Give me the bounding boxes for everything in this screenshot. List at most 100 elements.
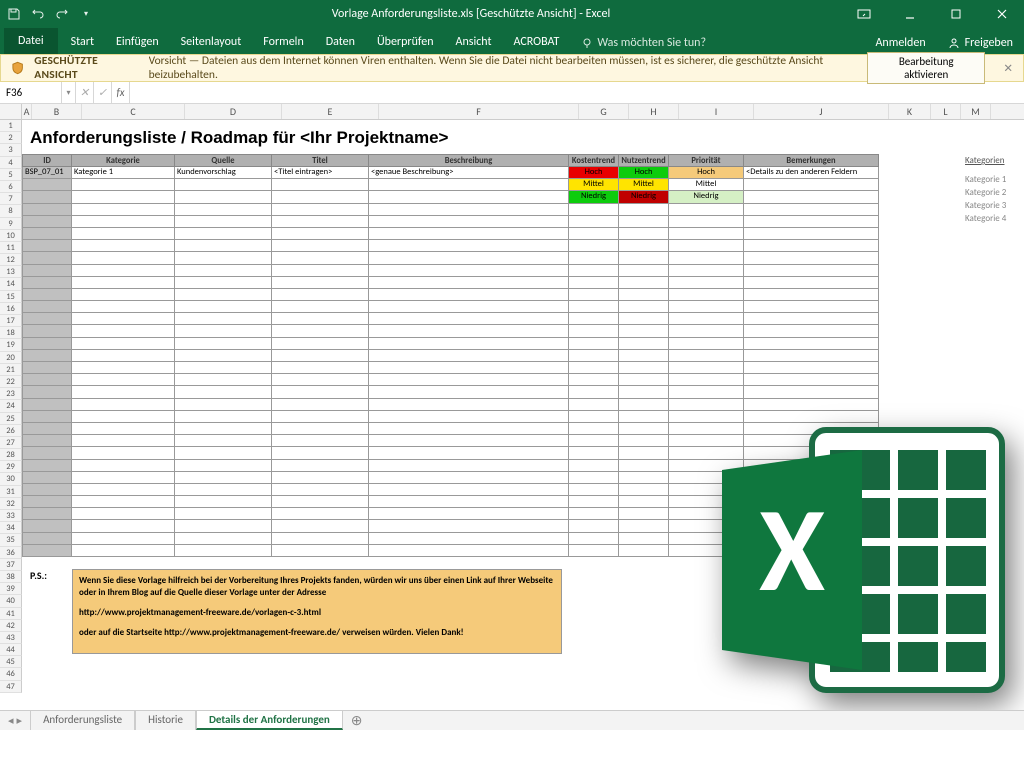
table-cell[interactable] bbox=[369, 362, 569, 374]
table-cell[interactable] bbox=[175, 460, 272, 472]
table-cell[interactable] bbox=[72, 216, 175, 228]
sheet-tab[interactable]: Details der Anforderungen bbox=[196, 710, 343, 730]
table-cell[interactable] bbox=[569, 460, 619, 472]
row-header[interactable]: 12 bbox=[0, 254, 22, 266]
table-cell[interactable] bbox=[569, 228, 619, 240]
table-cell[interactable] bbox=[175, 265, 272, 277]
row-header[interactable]: 22 bbox=[0, 376, 22, 388]
table-cell[interactable] bbox=[175, 277, 272, 289]
messagebar-close-icon[interactable]: ✕ bbox=[1003, 61, 1013, 76]
table-cell[interactable] bbox=[669, 277, 744, 289]
table-cell[interactable] bbox=[619, 447, 669, 459]
table-cell[interactable] bbox=[72, 411, 175, 423]
ribbon-options-icon[interactable] bbox=[842, 0, 886, 28]
table-cell[interactable] bbox=[72, 545, 175, 557]
table-cell[interactable] bbox=[72, 460, 175, 472]
row-header[interactable]: 13 bbox=[0, 266, 22, 278]
table-cell[interactable] bbox=[744, 179, 879, 191]
row-header[interactable]: 36 bbox=[0, 547, 22, 559]
ribbon-tab-ansicht[interactable]: Ansicht bbox=[445, 31, 503, 54]
table-cell[interactable] bbox=[272, 179, 369, 191]
table-cell[interactable] bbox=[369, 496, 569, 508]
table-cell[interactable] bbox=[569, 350, 619, 362]
row-header[interactable]: 45 bbox=[0, 656, 22, 668]
table-cell[interactable] bbox=[369, 179, 569, 191]
table-cell[interactable] bbox=[272, 216, 369, 228]
row-header[interactable]: 24 bbox=[0, 400, 22, 412]
table-cell[interactable] bbox=[72, 325, 175, 337]
share-button[interactable]: Freigeben bbox=[937, 32, 1024, 54]
table-cell[interactable] bbox=[175, 472, 272, 484]
row-header[interactable]: 29 bbox=[0, 461, 22, 473]
table-cell[interactable] bbox=[619, 545, 669, 557]
table-cell[interactable] bbox=[22, 325, 72, 337]
table-row[interactable]: MittelMittelMittel bbox=[22, 179, 879, 191]
col-header-C[interactable]: C bbox=[82, 104, 185, 119]
table-cell[interactable] bbox=[72, 265, 175, 277]
row-header[interactable]: 18 bbox=[0, 327, 22, 339]
table-cell[interactable] bbox=[619, 508, 669, 520]
table-cell[interactable] bbox=[369, 277, 569, 289]
table-row[interactable] bbox=[22, 204, 879, 216]
table-cell[interactable] bbox=[669, 289, 744, 301]
table-cell[interactable] bbox=[272, 374, 369, 386]
table-cell[interactable] bbox=[72, 533, 175, 545]
table-cell[interactable] bbox=[72, 472, 175, 484]
table-cell[interactable] bbox=[369, 313, 569, 325]
table-cell[interactable] bbox=[369, 325, 569, 337]
table-cell[interactable] bbox=[22, 447, 72, 459]
table-cell[interactable] bbox=[569, 386, 619, 398]
maximize-button[interactable] bbox=[934, 0, 978, 28]
table-cell[interactable] bbox=[72, 508, 175, 520]
table-cell[interactable] bbox=[175, 545, 272, 557]
row-header[interactable]: 2 bbox=[0, 132, 22, 144]
sheet-tab[interactable]: Historie bbox=[135, 710, 196, 730]
table-cell[interactable] bbox=[744, 362, 879, 374]
row-header[interactable]: 21 bbox=[0, 364, 22, 376]
table-cell[interactable] bbox=[369, 399, 569, 411]
table-cell[interactable] bbox=[744, 265, 879, 277]
row-header[interactable]: 44 bbox=[0, 644, 22, 656]
table-cell[interactable] bbox=[175, 374, 272, 386]
table-cell[interactable] bbox=[272, 520, 369, 532]
row-header[interactable]: 46 bbox=[0, 668, 22, 680]
table-cell[interactable] bbox=[619, 484, 669, 496]
table-cell[interactable] bbox=[744, 313, 879, 325]
table-cell[interactable] bbox=[369, 533, 569, 545]
table-cell[interactable] bbox=[72, 496, 175, 508]
table-cell[interactable] bbox=[22, 204, 72, 216]
table-cell[interactable]: Mittel bbox=[619, 179, 669, 191]
table-cell[interactable] bbox=[369, 460, 569, 472]
table-cell[interactable] bbox=[369, 265, 569, 277]
ribbon-tab-daten[interactable]: Daten bbox=[315, 31, 366, 54]
table-cell[interactable] bbox=[744, 240, 879, 252]
table-cell[interactable] bbox=[569, 533, 619, 545]
table-row[interactable] bbox=[22, 265, 879, 277]
table-cell[interactable] bbox=[669, 313, 744, 325]
table-cell[interactable] bbox=[175, 447, 272, 459]
table-cell[interactable] bbox=[175, 435, 272, 447]
table-cell[interactable] bbox=[72, 435, 175, 447]
row-header[interactable]: 11 bbox=[0, 242, 22, 254]
table-cell[interactable] bbox=[569, 277, 619, 289]
table-cell[interactable] bbox=[272, 545, 369, 557]
ribbon-tab-acrobat[interactable]: ACROBAT bbox=[503, 31, 571, 54]
table-row[interactable]: BSP_07_01Kategorie 1Kundenvorschlag<Tite… bbox=[22, 167, 879, 179]
table-cell[interactable] bbox=[22, 362, 72, 374]
table-cell[interactable] bbox=[272, 484, 369, 496]
row-header[interactable]: 20 bbox=[0, 352, 22, 364]
table-row[interactable] bbox=[22, 362, 879, 374]
select-all-corner[interactable] bbox=[0, 104, 22, 119]
table-cell[interactable] bbox=[669, 325, 744, 337]
table-cell[interactable] bbox=[272, 508, 369, 520]
table-cell[interactable] bbox=[175, 423, 272, 435]
table-cell[interactable] bbox=[569, 374, 619, 386]
table-cell[interactable] bbox=[669, 252, 744, 264]
table-cell[interactable] bbox=[619, 338, 669, 350]
table-cell[interactable] bbox=[569, 411, 619, 423]
table-cell[interactable] bbox=[744, 191, 879, 203]
table-cell[interactable] bbox=[175, 350, 272, 362]
table-row[interactable] bbox=[22, 313, 879, 325]
table-cell[interactable] bbox=[569, 338, 619, 350]
table-cell[interactable] bbox=[619, 362, 669, 374]
